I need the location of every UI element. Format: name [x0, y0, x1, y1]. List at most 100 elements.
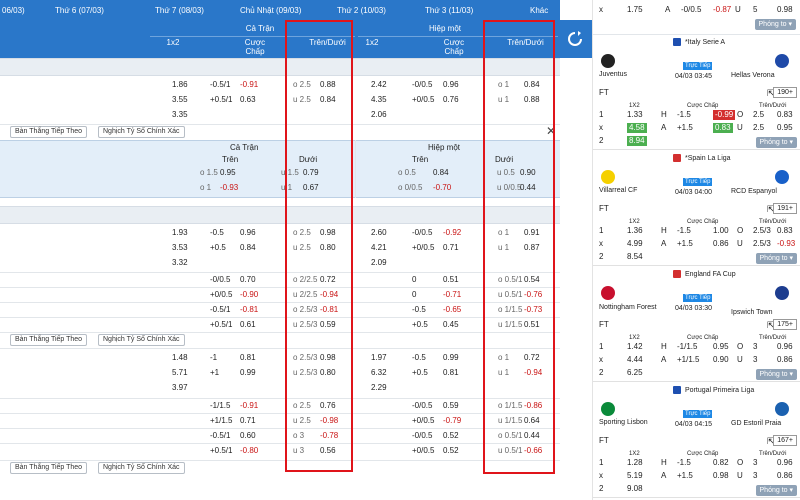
- next-goal-dropdown[interactable]: Bàn Thắng Tiếp Theo: [10, 462, 88, 474]
- ou-odds[interactable]: 0.83: [777, 226, 793, 236]
- correct-score-dropdown[interactable]: Nghịch Tỷ Số Chính Xác: [98, 462, 185, 474]
- ou-odds[interactable]: 0.95: [777, 123, 793, 133]
- market-count[interactable]: 191+: [773, 203, 797, 214]
- odds-cell[interactable]: 0.52: [443, 446, 459, 456]
- date-tab[interactable]: 06/03): [2, 6, 25, 15]
- odds-cell[interactable]: 0.70: [240, 275, 256, 285]
- away-team-name[interactable]: GD Estoril Praia: [731, 419, 781, 429]
- zoom-button[interactable]: Phóng to ▾: [755, 369, 797, 380]
- date-tab[interactable]: Chủ Nhật (09/03): [240, 6, 301, 15]
- ou-odds[interactable]: 0.83: [777, 110, 793, 120]
- odds-cell[interactable]: 6.32: [371, 368, 387, 378]
- odds-cell[interactable]: 3.55: [172, 95, 188, 105]
- odds-cell[interactable]: 0.99: [240, 368, 256, 378]
- odds-cell[interactable]: 0.81: [240, 353, 256, 363]
- handicap-odds[interactable]: 0.82: [713, 458, 729, 468]
- home-team-name[interactable]: Juventus: [599, 71, 657, 79]
- ou-odds[interactable]: 0.86: [777, 471, 793, 481]
- odds-cell[interactable]: 2.42: [371, 80, 387, 90]
- market-count[interactable]: 175+: [773, 319, 797, 330]
- away-team-name[interactable]: Hellas Verona: [731, 71, 775, 81]
- odds-cell[interactable]: 0.99: [443, 353, 459, 363]
- odds-cell[interactable]: 2.09: [371, 258, 387, 268]
- away-team-name[interactable]: Ipswich Town: [731, 308, 773, 318]
- odds-cell[interactable]: 2.60: [371, 228, 387, 238]
- odds-cell[interactable]: 3.53: [172, 243, 188, 253]
- handicap-odds[interactable]: 0.83: [713, 123, 733, 133]
- odds-value[interactable]: 5.19: [627, 471, 643, 481]
- odds-cell[interactable]: -0.91: [240, 401, 258, 411]
- odds-cell[interactable]: 0.59: [443, 401, 459, 411]
- home-team-name[interactable]: Villarreal CF: [599, 187, 657, 195]
- row-label[interactable]: x: [599, 5, 603, 15]
- handicap-odds[interactable]: 0.86: [713, 239, 729, 249]
- odds-value[interactable]: 4.44: [627, 355, 643, 365]
- odds-value[interactable]: 4.99: [627, 239, 643, 249]
- ou-odds[interactable]: -0.93: [777, 239, 795, 249]
- odds-cell[interactable]: 2.29: [371, 383, 387, 393]
- date-tab[interactable]: Thứ 7 (08/03): [155, 6, 204, 15]
- odds-value[interactable]: 8.54: [627, 252, 643, 262]
- handicap-odds[interactable]: 0.95: [713, 342, 729, 352]
- odds-value[interactable]: 4.58: [627, 123, 647, 133]
- handicap-odds[interactable]: 1.00: [713, 226, 729, 236]
- ou-odds[interactable]: 0.86: [777, 355, 793, 365]
- odds-cell[interactable]: 0.51: [443, 275, 459, 285]
- refresh-icon[interactable]: [566, 30, 584, 48]
- odds-value[interactable]: 8.94: [627, 136, 647, 146]
- odds-value[interactable]: 1.42: [627, 342, 643, 352]
- odds-value[interactable]: 1.33: [627, 110, 643, 120]
- odds-cell[interactable]: 0.96: [443, 80, 459, 90]
- date-tab[interactable]: Thứ 6 (07/03): [55, 6, 104, 15]
- odds-cell[interactable]: 4.35: [371, 95, 387, 105]
- odds-cell[interactable]: 3.32: [172, 258, 188, 268]
- zoom-button[interactable]: Phóng to ▾: [755, 137, 797, 148]
- odds-cell[interactable]: -0.71: [443, 290, 461, 300]
- odds-cell[interactable]: 0.52: [443, 431, 459, 441]
- ou-odds[interactable]: 0.96: [777, 458, 793, 468]
- away-team-name[interactable]: RCD Espanyol: [731, 187, 777, 197]
- handicap-odds[interactable]: 0.98: [713, 471, 729, 481]
- odds-value[interactable]: 1.36: [627, 226, 643, 236]
- popup-odds-cell[interactable]: 0.84: [433, 168, 449, 178]
- odds-cell[interactable]: -0.91: [240, 80, 258, 90]
- odds-cell[interactable]: -0.65: [443, 305, 461, 315]
- market-count[interactable]: 167+: [773, 435, 797, 446]
- correct-score-dropdown[interactable]: Nghịch Tỷ Số Chính Xác: [98, 126, 185, 138]
- market-count[interactable]: 190+: [773, 87, 797, 98]
- popup-odds-cell[interactable]: 0.95: [220, 168, 236, 178]
- odds-cell[interactable]: -0.79: [443, 416, 461, 426]
- handicap-odds[interactable]: -0.87: [713, 5, 731, 15]
- odds-cell[interactable]: 0.84: [240, 243, 256, 253]
- date-tab[interactable]: Khác: [530, 6, 548, 15]
- odds-cell[interactable]: 1.97: [371, 353, 387, 363]
- popup-odds-cell[interactable]: -0.93: [220, 183, 238, 193]
- odds-cell[interactable]: 4.21: [371, 243, 387, 253]
- odds-cell[interactable]: 0.45: [443, 320, 459, 330]
- odds-cell[interactable]: 2.06: [371, 110, 387, 120]
- odds-cell[interactable]: 0.81: [443, 368, 459, 378]
- odds-cell[interactable]: 0.96: [240, 228, 256, 238]
- home-team-name[interactable]: Nottingham Forest: [599, 304, 657, 312]
- date-tab[interactable]: Thứ 2 (10/03): [337, 6, 386, 15]
- ou-odds[interactable]: 0.96: [777, 342, 793, 352]
- odds-cell[interactable]: 0.60: [240, 431, 256, 441]
- odds-cell[interactable]: 5.71: [172, 368, 188, 378]
- odds-cell[interactable]: -0.80: [240, 446, 258, 456]
- date-tab[interactable]: Thứ 3 (11/03): [425, 6, 473, 15]
- odds-value[interactable]: 1.28: [627, 458, 643, 468]
- odds-value[interactable]: 6.25: [627, 368, 643, 378]
- next-goal-dropdown[interactable]: Bàn Thắng Tiếp Theo: [10, 126, 88, 138]
- odds-cell[interactable]: 0.71: [443, 243, 459, 253]
- home-team-name[interactable]: Sporting Lisbon: [599, 419, 657, 427]
- zoom-button[interactable]: Phóng to ▾: [755, 485, 797, 496]
- zoom-button[interactable]: Phóng to ▾: [755, 253, 797, 264]
- odds-cell[interactable]: 0.63: [240, 95, 256, 105]
- handicap-odds[interactable]: -0.99: [713, 110, 736, 120]
- odds-cell[interactable]: -0.92: [443, 228, 461, 238]
- odds-cell[interactable]: 0.61: [240, 320, 256, 330]
- odds-value[interactable]: 9.08: [627, 484, 643, 494]
- odds-cell[interactable]: 1.48: [172, 353, 188, 363]
- odds-cell[interactable]: 0.76: [443, 95, 459, 105]
- odds-value[interactable]: 1.75: [627, 5, 643, 15]
